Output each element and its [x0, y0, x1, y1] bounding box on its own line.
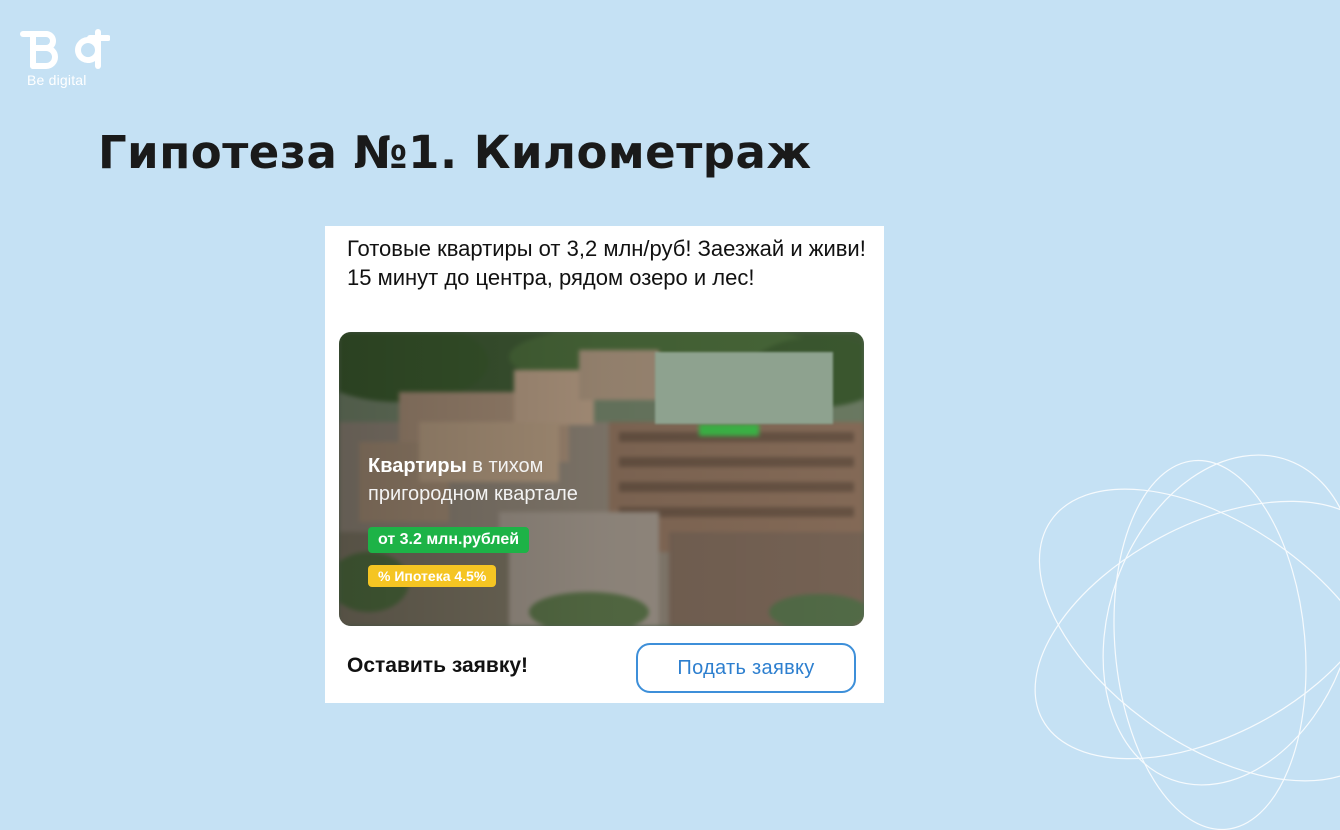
- blurred-logo-area: [655, 352, 833, 424]
- bd-logo-icon: [20, 29, 110, 69]
- decorative-lines: [1034, 454, 1340, 830]
- ad-banner-image[interactable]: Квартиры в тихом пригородном квартале от…: [339, 332, 864, 626]
- banner-headline: Квартиры в тихом пригородном квартале: [368, 452, 668, 508]
- brand-logo: Be digital: [20, 28, 110, 90]
- submit-request-button[interactable]: Подать заявку: [636, 643, 856, 693]
- cta-text: Оставить заявку!: [347, 654, 529, 677]
- ad-text: Готовые квартиры от 3,2 млн/руб! Заезжай…: [347, 236, 866, 290]
- headline-bold: Квартиры: [368, 455, 467, 477]
- slide-title: Гипотеза №1. Километраж: [98, 126, 812, 179]
- brand-name: Be digital: [27, 72, 87, 88]
- mortgage-badge: % Ипотека 4.5%: [368, 565, 497, 587]
- price-badge: от 3.2 млн.рублей: [368, 527, 530, 553]
- ad-card: Готовые квартиры от 3,2 млн/руб! Заезжай…: [325, 226, 884, 703]
